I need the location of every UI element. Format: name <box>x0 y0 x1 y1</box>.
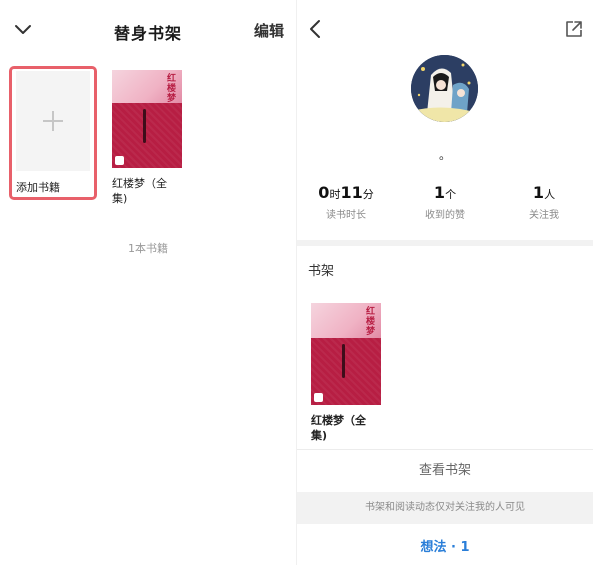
book-count: 1本书籍 <box>128 242 168 255</box>
right-panel: 。 0时11分 读书时长 1个 收到的赞 1人 关注我 书架 红楼梦 红楼梦（全… <box>297 0 593 565</box>
stat-reading-time-label: 读书时长 <box>326 210 366 221</box>
followers-unit: 人 <box>544 188 556 201</box>
thoughts-label: 想法 <box>420 540 447 555</box>
stat-followers-value: 1人 <box>495 183 593 202</box>
stat-followers-label: 关注我 <box>529 210 559 221</box>
stat-likes-value: 1个 <box>396 183 494 202</box>
left-panel: 替身书架 编辑 添加书籍 红楼梦 红楼梦（全集) 1本书籍 <box>0 0 296 565</box>
user-nickname: 。 <box>438 148 451 162</box>
profile-shelf-book[interactable]: 红楼梦 红楼梦（全集) <box>311 303 381 443</box>
divider-line <box>297 449 593 450</box>
stat-likes[interactable]: 1个 收到的赞 <box>396 183 494 221</box>
likes-count: 1 <box>433 183 446 202</box>
privacy-note: 书架和阅读动态仅对关注我的人可见 <box>297 492 593 524</box>
section-divider <box>297 240 593 246</box>
add-book-button[interactable]: 添加书籍 <box>9 66 97 200</box>
thoughts-link[interactable]: 想法 · 1 <box>297 536 593 555</box>
book-cover: 红楼梦 <box>112 70 182 168</box>
cover-title: 红楼梦 <box>165 73 175 103</box>
avatar-illustration <box>411 55 478 122</box>
cover-figure <box>142 109 146 143</box>
reading-hours: 0 <box>318 183 330 202</box>
plus-icon-vertical <box>52 111 54 131</box>
hours-unit: 时 <box>329 188 341 201</box>
edit-button[interactable]: 编辑 <box>254 20 284 41</box>
likes-unit: 个 <box>445 188 457 201</box>
publisher-badge-icon <box>115 156 124 165</box>
publisher-badge-icon <box>314 393 323 402</box>
shelf-heading: 书架 <box>308 264 335 279</box>
cover-title: 红楼梦 <box>364 306 374 336</box>
add-book-label: 添加书籍 <box>16 181 60 194</box>
page-title: 替身书架 <box>113 24 182 43</box>
stat-followers[interactable]: 1人 关注我 <box>495 183 593 221</box>
back-button[interactable] <box>305 18 327 40</box>
stat-likes-label: 收到的赞 <box>425 210 465 221</box>
thoughts-separator: · <box>446 540 461 555</box>
cover-figure <box>341 343 345 379</box>
share-external-icon <box>566 21 582 37</box>
followers-count: 1 <box>532 183 545 202</box>
thoughts-count: 1 <box>460 540 470 555</box>
book-title: 红楼梦（全集) <box>112 177 167 205</box>
minutes-unit: 分 <box>362 188 374 201</box>
avatar[interactable] <box>411 55 478 122</box>
share-button[interactable] <box>565 20 585 40</box>
add-book-slot <box>16 71 90 171</box>
chevron-left-icon <box>310 20 320 38</box>
reading-minutes: 11 <box>340 183 363 202</box>
shelf-book-item[interactable]: 红楼梦 红楼梦（全集) <box>112 70 182 206</box>
book-title: 红楼梦（全集) <box>311 414 366 442</box>
stat-reading-time-value: 0时11分 <box>297 183 395 202</box>
left-header: 替身书架 编辑 <box>0 0 296 60</box>
view-shelf-button[interactable]: 查看书架 <box>297 452 593 490</box>
stat-reading-time[interactable]: 0时11分 读书时长 <box>297 183 395 221</box>
book-cover: 红楼梦 <box>311 303 381 405</box>
